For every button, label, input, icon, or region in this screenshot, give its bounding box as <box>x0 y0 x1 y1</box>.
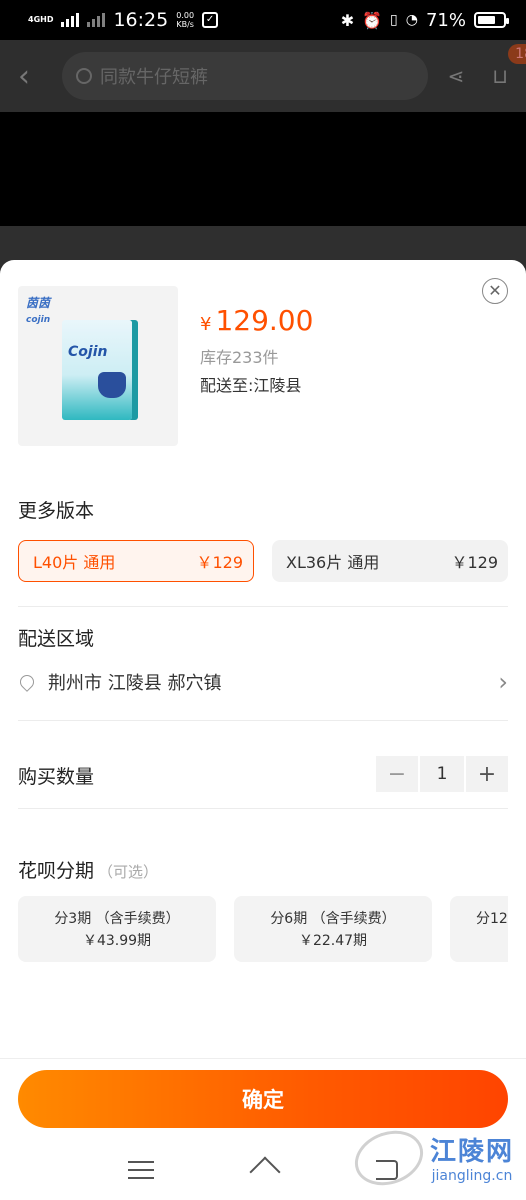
page-header: ‹ 同款牛仔短裤 ⋖ ⊔ 18 <box>0 40 526 112</box>
search-placeholder: 同款牛仔短裤 <box>100 67 208 88</box>
menu-icon[interactable] <box>128 1161 154 1179</box>
installment-title: 花呗分期 （可选） <box>18 860 159 882</box>
deliver-to: 配送至:江陵县 <box>200 376 302 395</box>
quantity-stepper: − 1 + <box>376 756 508 792</box>
installment-option-12[interactable]: 分12 <box>450 896 508 962</box>
share-icon[interactable]: ⋖ <box>448 64 465 88</box>
decrease-button[interactable]: − <box>376 756 418 792</box>
delivery-title: 配送区域 <box>18 628 95 650</box>
version-option-xl36[interactable]: XL36片 通用 ￥129 <box>272 540 508 582</box>
delivery-address: 荆州市 江陵县 郝穴镇 <box>48 673 222 694</box>
clock: 16:25 <box>113 9 169 31</box>
signal-icon <box>61 13 80 27</box>
vibrate-icon: ▯ <box>390 12 398 28</box>
watermark-logo-icon <box>347 1121 431 1194</box>
sku-selector-sheet: ✕ 茵茵 cojin Cojin ¥129.00 库存233件 配送至:江陵县 更… <box>0 260 526 1200</box>
delivery-address-row[interactable]: 荆州市 江陵县 郝穴镇 › <box>17 666 508 698</box>
quantity-title: 购买数量 <box>18 766 95 788</box>
bluetooth-icon: ✱ <box>340 10 355 30</box>
installment-options: 分3期 （含手续费） ￥43.99期 分6期 （含手续费） ￥22.47期 分1… <box>18 896 508 962</box>
battery-percent: 71% <box>425 9 466 31</box>
app-notification-icon: ✓ <box>202 12 219 28</box>
quantity-value[interactable]: 1 <box>420 756 464 792</box>
search-icon <box>76 68 92 84</box>
confirm-button[interactable]: 确定 <box>18 1070 508 1128</box>
back-arrow-icon[interactable]: ‹ <box>18 59 62 94</box>
status-bar: 4GHD 16:25 0.00 KB/s ✓ ✱ ⏰ ▯ ◔ 71% <box>0 0 526 40</box>
net-speed: 0.00 KB/s <box>176 11 195 29</box>
product-media <box>0 112 526 226</box>
wifi-icon: ◔ <box>405 12 418 28</box>
chevron-right-icon: › <box>498 668 508 696</box>
location-pin-icon <box>17 672 37 692</box>
divider <box>18 720 508 721</box>
installment-option-3[interactable]: 分3期 （含手续费） ￥43.99期 <box>18 896 216 962</box>
network-type: 4GHD <box>28 15 54 24</box>
close-icon[interactable]: ✕ <box>482 278 508 304</box>
home-icon[interactable] <box>250 1159 280 1181</box>
footer-divider <box>0 1058 526 1059</box>
search-input[interactable]: 同款牛仔短裤 <box>62 52 428 100</box>
battery-icon <box>474 12 509 28</box>
watermark: 江陵网 jiangling.cn <box>347 1121 514 1194</box>
signal2-icon <box>87 13 106 27</box>
divider <box>18 606 508 607</box>
cart-badge: 18 <box>508 44 526 64</box>
cart-icon[interactable]: ⊔ 18 <box>492 44 526 88</box>
price: ¥129.00 <box>200 304 314 337</box>
versions-title: 更多版本 <box>18 500 95 522</box>
diaper-pack-image: Cojin <box>62 320 132 420</box>
installment-option-6[interactable]: 分6期 （含手续费） ￥22.47期 <box>234 896 432 962</box>
brand-logo: 茵茵 cojin <box>26 296 51 325</box>
product-thumbnail: 茵茵 cojin Cojin <box>18 286 178 446</box>
divider <box>18 808 508 809</box>
version-option-l40[interactable]: L40片 通用 ￥129 <box>18 540 254 582</box>
increase-button[interactable]: + <box>466 756 508 792</box>
alarm-icon: ⏰ <box>362 10 383 30</box>
stock-count: 库存233件 <box>200 348 279 367</box>
